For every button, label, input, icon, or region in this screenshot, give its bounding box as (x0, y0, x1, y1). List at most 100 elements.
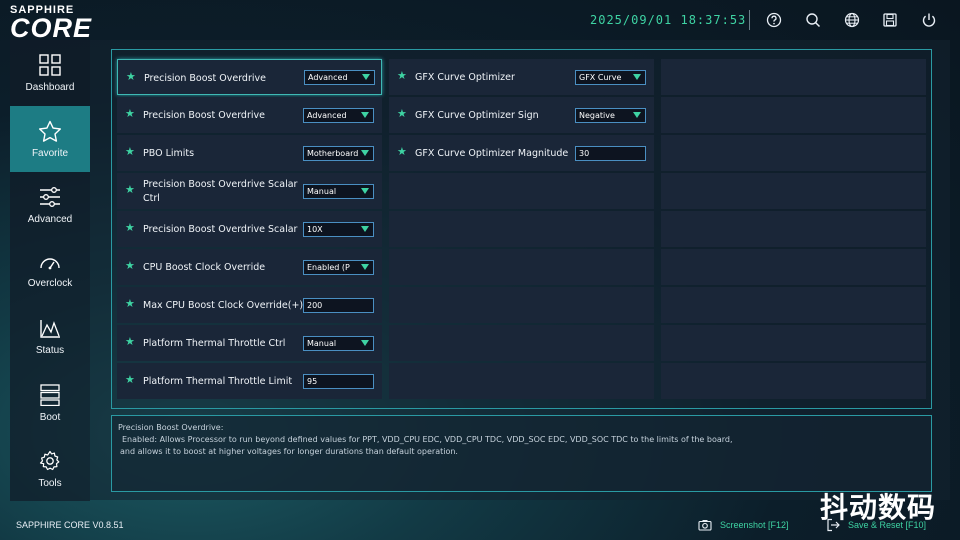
favorite-star-icon[interactable]: ★ (125, 108, 137, 120)
setting-row[interactable]: ★ Platform Thermal Throttle Limit 95 (117, 363, 382, 399)
app-logo: SAPPHIRE CORE (10, 4, 110, 43)
favorite-star-icon[interactable]: ★ (125, 298, 137, 310)
sidebar-item-label: Tools (38, 477, 62, 489)
empty-cell (661, 59, 926, 95)
chevron-down-icon (633, 74, 641, 80)
setting-dropdown[interactable]: GFX Curve (575, 70, 646, 85)
description-title: Precision Boost Overdrive: (118, 423, 224, 432)
setting-dropdown[interactable]: Negative (575, 108, 646, 123)
setting-dropdown[interactable]: Motherboard (303, 146, 374, 161)
dropdown-value: Advanced (308, 73, 348, 82)
favorite-star-icon[interactable]: ★ (397, 108, 409, 120)
sidebar-item-label: Status (35, 344, 65, 356)
globe-icon[interactable] (842, 10, 862, 30)
empty-cell (661, 249, 926, 285)
setting-row[interactable]: ★ Max CPU Boost Clock Override(+) 200 (117, 287, 382, 323)
setting-label: Ctrl (143, 193, 160, 204)
setting-label: GFX Curve Optimizer Magnitude (415, 148, 569, 159)
dropdown-value: GFX Curve (579, 73, 622, 82)
search-icon[interactable] (803, 10, 823, 30)
power-icon[interactable] (919, 10, 939, 30)
empty-cell (661, 211, 926, 247)
camera-icon (698, 520, 712, 531)
setting-row[interactable]: ★ Precision Boost Overdrive Advanced (117, 59, 382, 95)
sidebar-item-dashboard[interactable]: Dashboard (10, 40, 90, 106)
chevron-down-icon (362, 74, 370, 80)
favorite-star-icon[interactable]: ★ (126, 71, 138, 83)
empty-cell (661, 363, 926, 399)
setting-dropdown[interactable]: Manual (303, 184, 374, 199)
dropdown-value: Motherboard (307, 149, 359, 158)
favorite-star-icon[interactable]: ★ (125, 146, 137, 158)
setting-input[interactable]: 30 (575, 146, 646, 161)
version-label: SAPPHIRE CORE V0.8.51 (16, 520, 124, 530)
chart-icon (40, 319, 60, 338)
description-line: Enabled: Allows Processor to run beyond … (122, 435, 733, 444)
input-value: 200 (307, 301, 323, 310)
input-value: 95 (307, 377, 318, 386)
sidebar-item-overclock[interactable]: Overclock (10, 238, 90, 304)
dashboard-icon (39, 53, 61, 76)
setting-dropdown[interactable]: 10X (303, 222, 374, 237)
setting-input[interactable]: 95 (303, 374, 374, 389)
setting-dropdown[interactable]: Advanced (304, 70, 375, 85)
sidebar-item-label: Favorite (31, 147, 69, 159)
setting-label: Platform Thermal Throttle Limit (143, 376, 293, 387)
screenshot-label: Screenshot [F12] (720, 520, 789, 530)
setting-row[interactable]: ★ Precision Boost Overdrive Scalar Ctrl … (117, 173, 382, 209)
setting-label: Precision Boost Overdrive (143, 110, 265, 121)
sidebar-item-status[interactable]: Status (10, 304, 90, 370)
screenshot-button[interactable]: Screenshot [F12] (698, 517, 789, 533)
help-icon[interactable] (764, 10, 784, 30)
setting-row[interactable]: ★ GFX Curve Optimizer GFX Curve (389, 59, 654, 95)
empty-cell (389, 211, 654, 247)
sidebar: Dashboard Favorite Advanced Overclock St… (10, 40, 90, 501)
favorite-star-icon[interactable]: ★ (125, 336, 137, 348)
description-panel: Precision Boost Overdrive: Enabled: Allo… (111, 415, 932, 492)
setting-row[interactable]: ★ Precision Boost Overdrive Scalar 10X (117, 211, 382, 247)
setting-row[interactable]: ★ GFX Curve Optimizer Sign Negative (389, 97, 654, 133)
setting-row[interactable]: ★ PBO Limits Motherboard (117, 135, 382, 171)
dropdown-value: Enabled (P (307, 263, 350, 272)
empty-cell (661, 173, 926, 209)
chevron-down-icon (361, 340, 369, 346)
favorite-star-icon[interactable]: ★ (125, 222, 137, 234)
favorite-star-icon[interactable]: ★ (125, 184, 137, 196)
setting-label: PBO Limits (143, 148, 195, 159)
sidebar-item-tools[interactable]: Tools (10, 436, 90, 502)
setting-label: Precision Boost Overdrive Scalar (143, 224, 298, 235)
setting-dropdown[interactable]: Enabled (P (303, 260, 374, 275)
save-icon[interactable] (880, 10, 900, 30)
sidebar-item-label: Dashboard (25, 81, 75, 93)
chevron-down-icon (361, 150, 369, 156)
empty-cell (389, 363, 654, 399)
sidebar-item-boot[interactable]: Boot (10, 370, 90, 436)
chevron-down-icon (361, 188, 369, 194)
setting-row[interactable]: ★ CPU Boost Clock Override Enabled (P (117, 249, 382, 285)
setting-row[interactable]: ★ GFX Curve Optimizer Magnitude 30 (389, 135, 654, 171)
logo-brand-big: CORE (10, 13, 93, 43)
setting-input[interactable]: 200 (303, 298, 374, 313)
setting-label: GFX Curve Optimizer (415, 72, 515, 83)
description-line: and allows it to boost at higher voltage… (120, 447, 458, 456)
favorite-star-icon[interactable]: ★ (397, 70, 409, 82)
empty-cell (389, 287, 654, 323)
setting-dropdown[interactable]: Manual (303, 336, 374, 351)
favorite-star-icon[interactable]: ★ (125, 374, 137, 386)
chevron-down-icon (633, 112, 641, 118)
sidebar-item-favorite[interactable]: Favorite (10, 106, 90, 172)
favorite-star-icon[interactable]: ★ (397, 146, 409, 158)
empty-cell (661, 97, 926, 133)
boot-icon (40, 383, 60, 406)
sliders-icon (40, 186, 60, 207)
star-icon (39, 120, 61, 142)
dropdown-value: 10X (307, 225, 323, 234)
setting-row[interactable]: ★ Platform Thermal Throttle Ctrl Manual (117, 325, 382, 361)
setting-dropdown[interactable]: Advanced (303, 108, 374, 123)
setting-row[interactable]: ★ Precision Boost Overdrive Advanced (117, 97, 382, 133)
setting-label: Platform Thermal Throttle Ctrl (143, 338, 286, 349)
favorite-star-icon[interactable]: ★ (125, 260, 137, 272)
watermark-text: 抖动数码 (820, 491, 937, 524)
sidebar-item-advanced[interactable]: Advanced (10, 172, 90, 238)
sidebar-item-label: Boot (39, 411, 61, 423)
